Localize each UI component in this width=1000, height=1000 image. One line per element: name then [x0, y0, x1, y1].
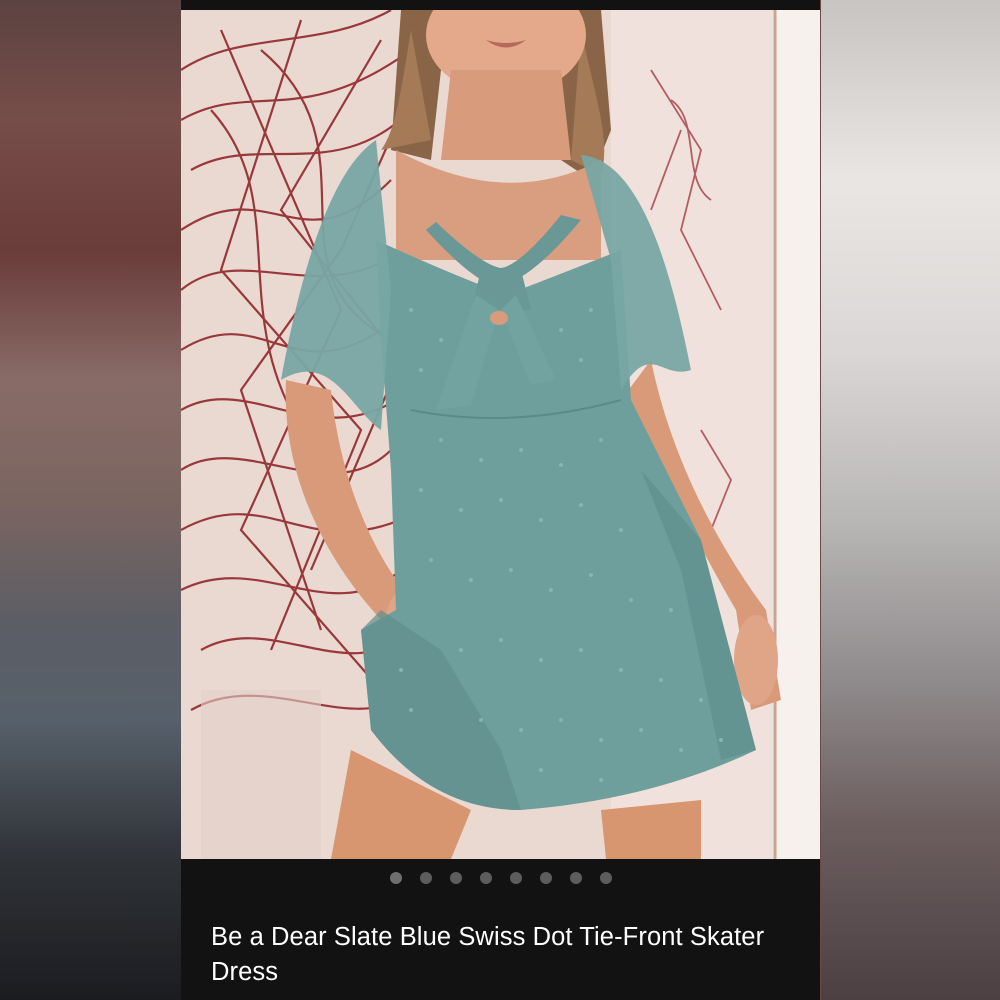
carousel-dot[interactable]: [569, 872, 582, 884]
carousel-dot[interactable]: [479, 872, 492, 884]
top-bar: [181, 0, 820, 10]
carousel-dot[interactable]: [509, 872, 522, 884]
carousel-dot[interactable]: [389, 872, 402, 884]
carousel-dot[interactable]: [419, 872, 432, 884]
blurred-background-left: [0, 0, 181, 1000]
product-title: Be a Dear Slate Blue Swiss Dot Tie-Front…: [211, 923, 765, 986]
carousel-dot[interactable]: [449, 872, 462, 884]
carousel-dot[interactable]: [539, 872, 552, 884]
screenshot-frame: Be a Dear Slate Blue Swiss Dot Tie-Front…: [0, 0, 1000, 1000]
blurred-background-right: [821, 0, 1000, 1000]
product-photo[interactable]: [181, 10, 820, 859]
carousel-indicator[interactable]: [181, 872, 820, 888]
dress-photo-illustration: [181, 10, 820, 859]
carousel-dot[interactable]: [599, 872, 612, 884]
app-screen: Be a Dear Slate Blue Swiss Dot Tie-Front…: [181, 0, 820, 1000]
